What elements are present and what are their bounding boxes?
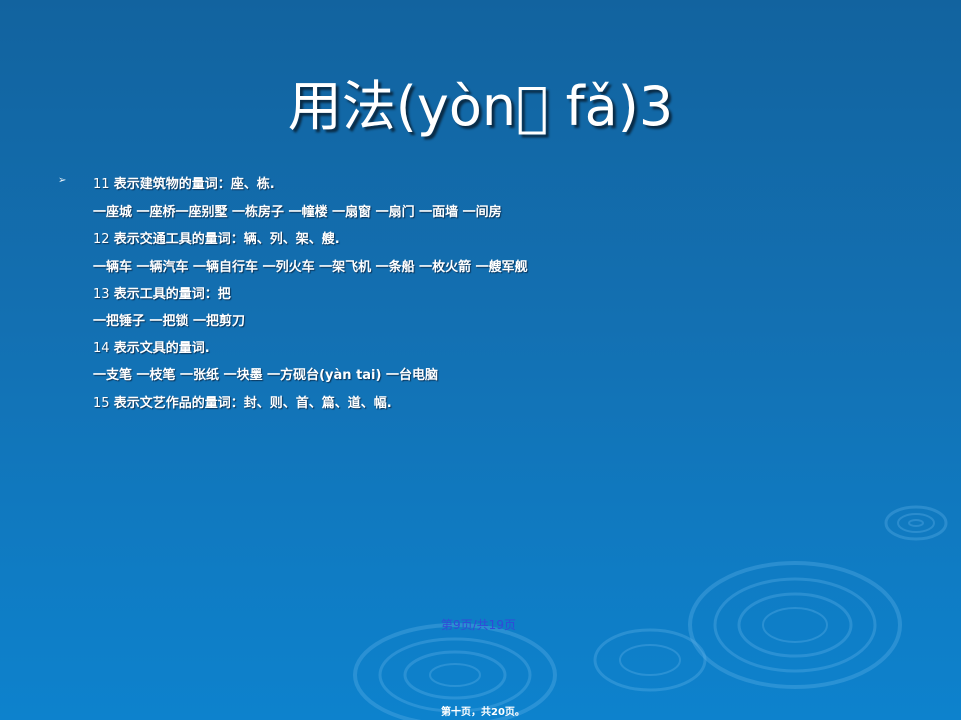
page-footer: 第十页，共20页。 [441,707,525,718]
item-text: 表示文艺作品的量词：封、则、首、篇、道、幅. [113,396,392,411]
list-item: 13 表示工具的量词：把 [93,283,231,302]
item-text: 表示文具的量词. [113,341,210,356]
item-text: 一把锤子 一把锁 一把剪刀 [93,314,246,329]
slide-title: 用法(yòn  fǎ)3 [287,75,674,138]
list-item: 一辆车 一辆汽车 一辆自行车 一列火车 一架飞机 一条船 一枚火箭 一艘军舰 [93,256,528,275]
list-item: 12 表示交通工具的量词：辆、列、架、艘. [93,228,340,247]
item-number: 14 [93,341,114,356]
item-text: 表示工具的量词：把 [113,287,231,302]
list-item: 一支笔 一枝笔 一张纸 一块墨 一方砚台(yàn tai) 一台电脑 [93,364,438,383]
bullet-arrow-icon: ➢ [58,175,67,186]
item-text: 一座城 一座桥一座别墅 一栋房子 一幢楼 一扇窗 一扇门 一面墙 一间房 [93,205,502,220]
item-text: 表示建筑物的量词：座、栋. [113,177,275,192]
item-number: 15 [93,396,114,411]
list-item: 15 表示文艺作品的量词：封、则、首、篇、道、幅. [93,392,392,411]
list-item: 14 表示文具的量词. [93,337,210,356]
item-text: 一辆车 一辆汽车 一辆自行车 一列火车 一架飞机 一条船 一枚火箭 一艘军舰 [93,260,528,275]
item-number: 13 [93,287,114,302]
item-text: 表示交通工具的量词：辆、列、架、艘. [113,232,340,247]
item-number: 12 [93,232,114,247]
list-item: 11 表示建筑物的量词：座、栋. [93,173,275,192]
page-indicator: 第9页/共19页 [441,618,516,632]
item-number: 11 [93,177,114,192]
list-item: 一座城 一座桥一座别墅 一栋房子 一幢楼 一扇窗 一扇门 一面墙 一间房 [93,201,502,220]
item-text: 一支笔 一枝笔 一张纸 一块墨 一方砚台(yàn tai) 一台电脑 [93,368,438,383]
list-item: 一把锤子 一把锁 一把剪刀 [93,310,245,329]
